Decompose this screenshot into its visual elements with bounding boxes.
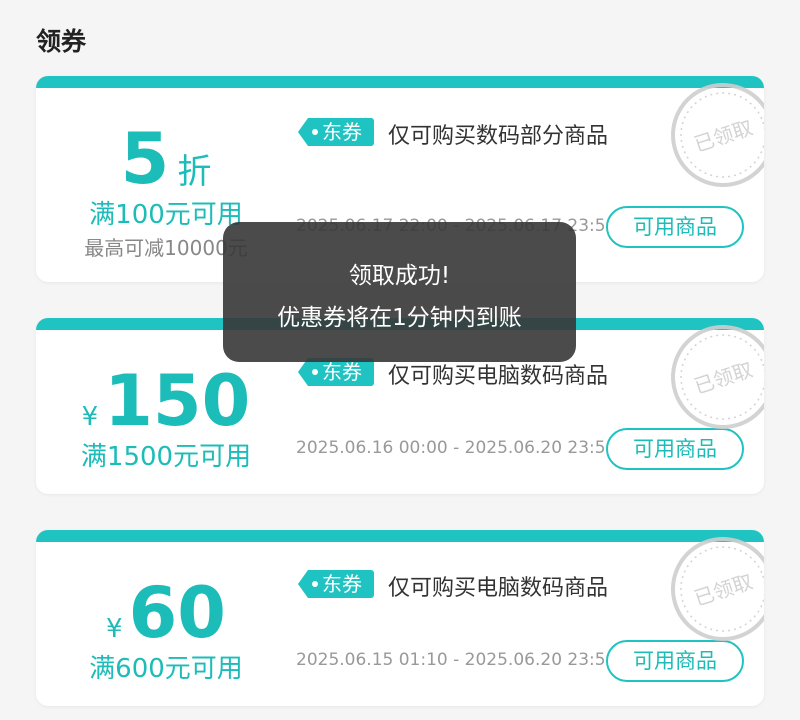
- coupon-tag: 东券: [298, 358, 374, 386]
- tag-dot-icon: [312, 581, 318, 587]
- tag-dot-icon: [312, 369, 318, 375]
- coupon-amount: ¥60: [36, 578, 296, 648]
- coupon-tag-label: 东券: [322, 120, 362, 144]
- toast-title: 领取成功!: [348, 263, 451, 289]
- coupon-top-bar: [36, 530, 764, 542]
- coupon-top-bar: [36, 76, 764, 88]
- amount-value: 150: [104, 360, 251, 442]
- tag-dot-icon: [312, 129, 318, 135]
- stamp-label: 已领取: [691, 115, 755, 156]
- discount-unit: 折: [177, 152, 212, 192]
- coupon-date-range: 2025.06.16 00:00 - 2025.06.20 23:59: [296, 438, 617, 458]
- coupon-card[interactable]: ¥60 满600元可用 东券 仅可购买电脑数码商品 2025.06.15 01:…: [36, 530, 764, 706]
- coupon-tag: 东券: [298, 118, 374, 146]
- success-toast: 领取成功! 优惠券将在1分钟内到账: [223, 222, 576, 362]
- currency-symbol: ¥: [81, 402, 99, 432]
- available-products-button[interactable]: 可用商品: [606, 206, 744, 248]
- discount-value: 5: [120, 118, 170, 200]
- stamp-label: 已领取: [691, 569, 755, 610]
- coupon-description: 仅可购买电脑数码商品: [388, 364, 609, 389]
- coupon-tag-label: 东券: [322, 572, 362, 596]
- page-title: 领券: [36, 27, 87, 56]
- coupon-date-range: 2025.06.15 01:10 - 2025.06.20 23:59: [296, 650, 617, 670]
- toast-message: 优惠券将在1分钟内到账: [277, 305, 522, 331]
- coupon-amount: ¥150: [36, 366, 296, 436]
- coupon-condition: 满1500元可用: [80, 442, 252, 472]
- coupon-tag-label: 东券: [322, 360, 362, 384]
- coupon-value-area: ¥60 满600元可用: [36, 542, 296, 706]
- amount-value: 60: [128, 572, 226, 654]
- coupon-tag: 东券: [298, 570, 374, 598]
- stamp-label: 已领取: [691, 357, 755, 398]
- claimed-stamp-icon: 已领取: [671, 83, 764, 187]
- coupon-description: 仅可购买数码部分商品: [388, 124, 609, 149]
- coupon-discount: 5折: [36, 124, 296, 194]
- currency-symbol: ¥: [106, 614, 123, 644]
- coupon-description: 仅可购买电脑数码商品: [388, 576, 609, 601]
- coupon-condition: 满600元可用: [89, 654, 243, 684]
